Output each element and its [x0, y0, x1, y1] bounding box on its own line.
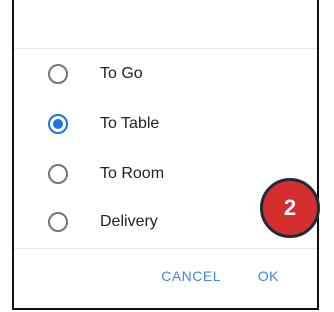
radio-unchecked-icon[interactable]: [48, 64, 68, 84]
divider-top: [14, 48, 317, 49]
option-label: To Table: [100, 115, 160, 132]
option-label: Delivery: [100, 213, 158, 230]
cancel-button[interactable]: CANCEL: [161, 268, 221, 284]
option-label: To Room: [100, 165, 165, 182]
radio-unchecked-icon[interactable]: [48, 212, 68, 232]
option-to-go[interactable]: To Go: [14, 54, 317, 94]
ok-button[interactable]: OK: [258, 268, 279, 284]
radio-unchecked-icon[interactable]: [48, 164, 68, 184]
step-number: 2: [283, 195, 297, 220]
option-to-table[interactable]: To Table: [14, 104, 317, 144]
divider-bottom: [14, 248, 317, 249]
option-label: To Go: [100, 65, 143, 82]
radio-checked-icon[interactable]: [48, 114, 68, 134]
step-number-badge: 2: [260, 178, 320, 238]
order-type-dialog: To Go To Table To Room Delivery CANCEL O…: [12, 0, 319, 310]
